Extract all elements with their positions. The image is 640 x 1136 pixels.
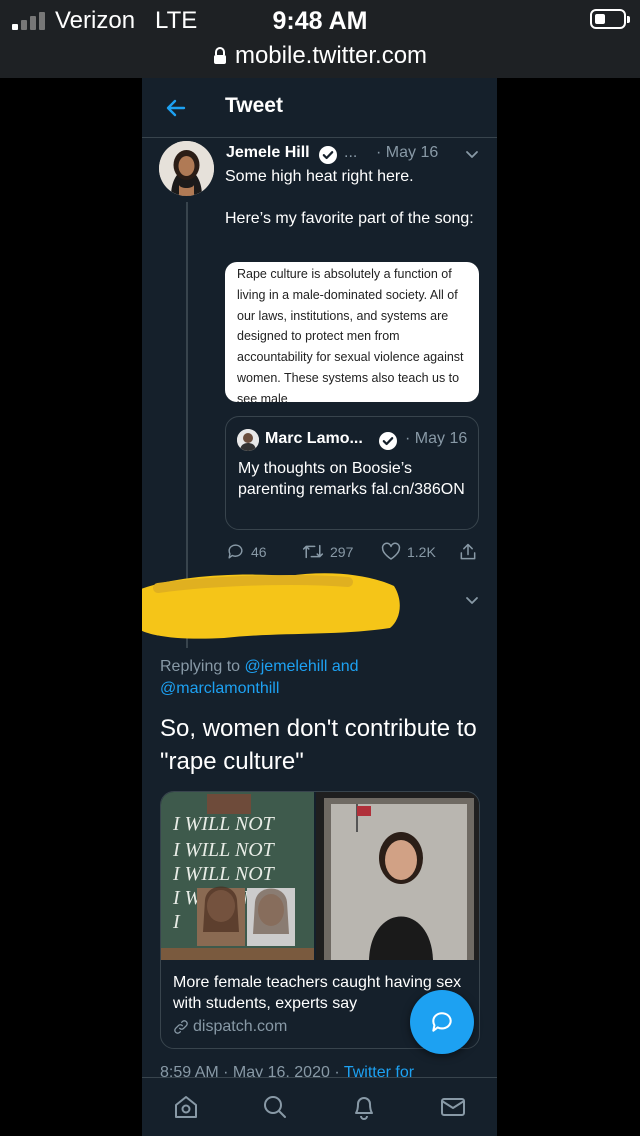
- lock-icon: [213, 47, 226, 64]
- attached-text-screenshot[interactable]: Rape culture is absolutely a function of…: [225, 262, 479, 402]
- tweet-text-line-2: Here’s my favorite part of the song:: [225, 210, 474, 227]
- retweet-icon: [302, 544, 324, 559]
- replying-to: Replying to @jemelehill and @marclamonth…: [160, 656, 480, 700]
- twitter-app: Tweet Jemele Hill ... · May 16 Some high…: [142, 78, 497, 1136]
- notifications-icon[interactable]: [350, 1093, 378, 1121]
- link-icon: [174, 1020, 188, 1034]
- link-domain-text: dispatch.com: [193, 1018, 288, 1035]
- tweet-text: Some high heat right here. Here’s my fav…: [225, 166, 480, 229]
- page-header: Tweet: [142, 78, 497, 138]
- chalkboard-line: I WILL NOT: [172, 863, 276, 885]
- browser-url-bar[interactable]: mobile.twitter.com: [0, 40, 640, 78]
- name-truncation: ...: [344, 144, 358, 161]
- quoted-author-name: Marc Lamo...: [265, 430, 363, 447]
- chevron-down-icon[interactable]: [464, 146, 480, 162]
- page-title: Tweet: [225, 94, 283, 117]
- like-icon: [381, 542, 401, 560]
- back-arrow-icon[interactable]: [164, 96, 188, 120]
- link-card-domain: dispatch.com: [173, 1018, 287, 1036]
- search-icon[interactable]: [261, 1093, 289, 1121]
- compose-icon: [432, 1012, 452, 1032]
- quoted-tweet-card[interactable]: Marc Lamo... · May 16 My thoughts on Boo…: [225, 416, 479, 530]
- retweet-button[interactable]: 297: [302, 542, 353, 561]
- share-icon[interactable]: [458, 542, 478, 562]
- like-count: 1.2K: [407, 543, 436, 560]
- avatar[interactable]: [159, 141, 214, 196]
- reply-button[interactable]: 46: [226, 542, 267, 561]
- tweet-date[interactable]: · May 16: [376, 144, 438, 162]
- chevron-down-icon[interactable]: [464, 592, 480, 608]
- tweet-text-line-1: Some high heat right here.: [225, 168, 414, 185]
- quoted-avatar: [237, 429, 259, 451]
- like-button[interactable]: 1.2K: [381, 542, 436, 561]
- status-time: 9:48 AM: [272, 7, 368, 35]
- reply-icon: [228, 544, 243, 559]
- article-image: I WILL NOT I WILL NOT I WILL NOT I WILL …: [161, 792, 479, 960]
- status-bar: Verizon LTE 9:48 AM: [0, 0, 640, 40]
- replying-prefix: Replying to: [160, 658, 245, 675]
- messages-icon[interactable]: [439, 1093, 467, 1121]
- battery-icon: [590, 9, 630, 29]
- verified-badge-icon: [319, 146, 337, 164]
- tweet-author-name[interactable]: Jemele Hill: [226, 144, 310, 162]
- chalkboard-line: I: [172, 911, 181, 933]
- reply-count: 46: [251, 543, 267, 560]
- reply-tweet-text: So, women don't contribute to "rape cult…: [160, 715, 477, 775]
- retweet-count: 297: [330, 543, 354, 560]
- redacted-author: [142, 573, 400, 639]
- verified-badge-icon: [379, 432, 397, 450]
- chalkboard-line: I WILL NOT: [172, 839, 276, 861]
- url-text: mobile.twitter.com: [234, 42, 428, 69]
- quoted-date: · May 16: [405, 430, 468, 447]
- compose-button[interactable]: [410, 990, 474, 1054]
- chalkboard-line: I WILL NOT: [172, 813, 276, 835]
- screenshot-text: Rape culture is absolutely a function of…: [237, 267, 464, 402]
- home-icon[interactable]: [172, 1093, 200, 1121]
- bottom-nav: [142, 1077, 497, 1136]
- quoted-text: My thoughts on Boosie’s parenting remark…: [238, 460, 465, 498]
